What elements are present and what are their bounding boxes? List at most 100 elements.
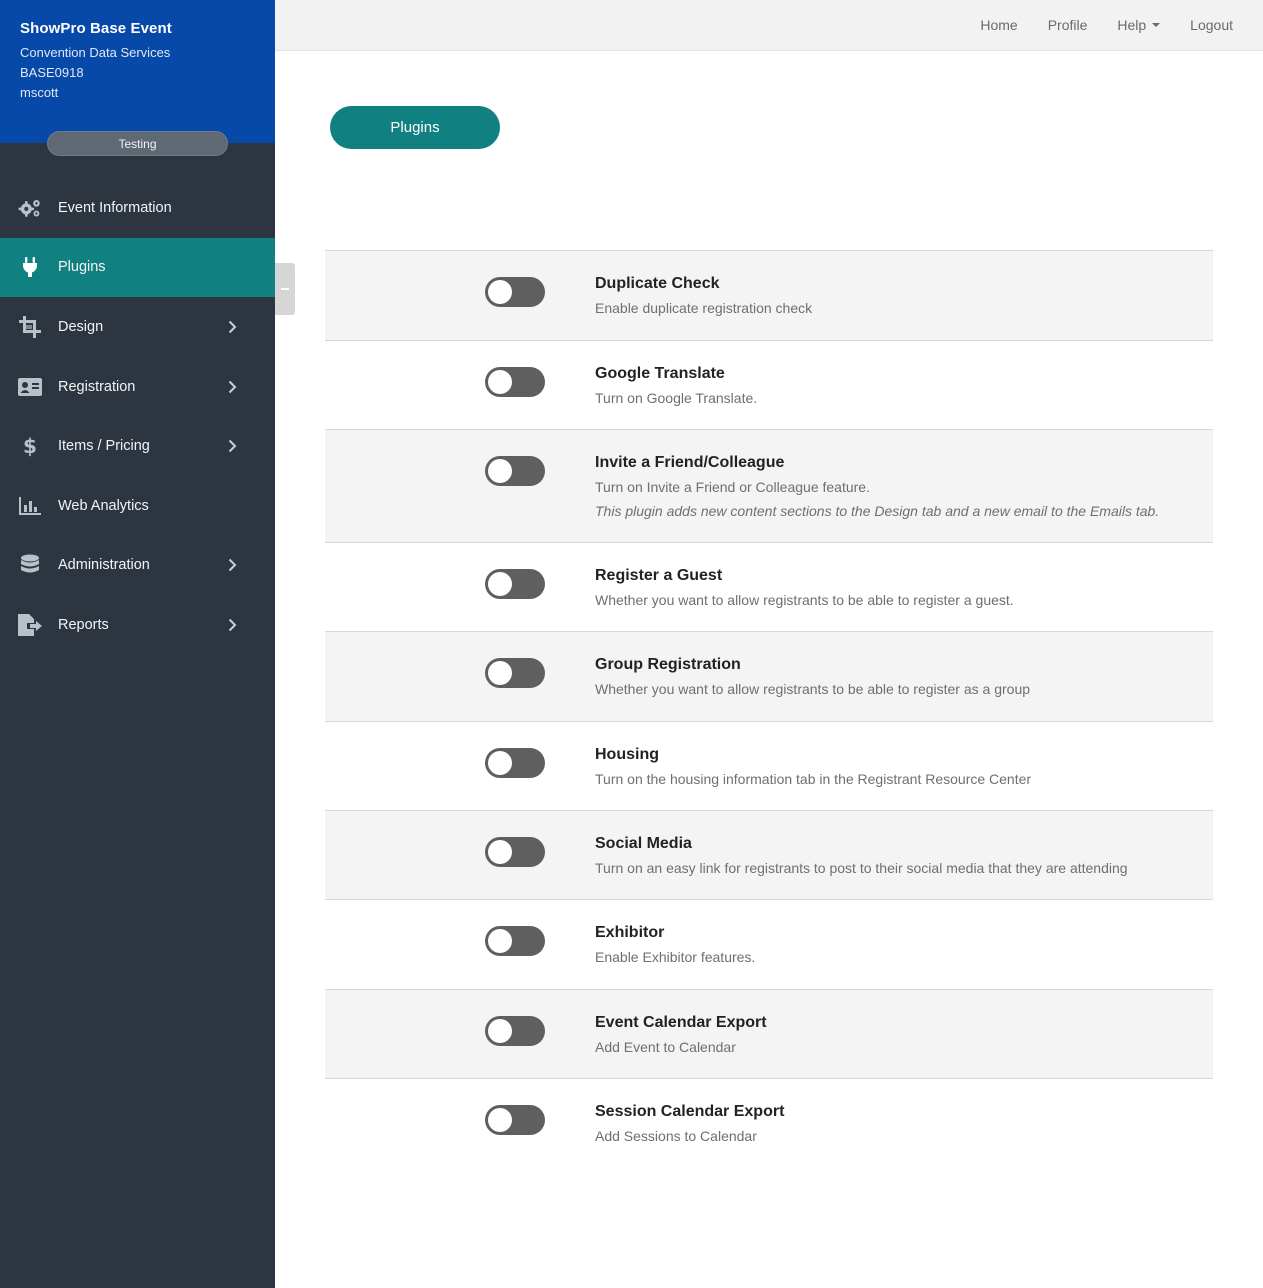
plug-icon [18,256,42,278]
username: mscott [20,85,59,100]
plugin-title: Invite a Friend/Colleague [595,454,785,471]
sidebar-item-label: Event Information [58,199,172,216]
sidebar-item-label: Administration [58,557,150,574]
plugin-description: Add Sessions to Calendar [595,1128,757,1144]
toggle-knob [488,929,512,953]
plugin-title: Google Translate [595,365,725,382]
toggle-knob [488,1019,512,1043]
plugins-section-button[interactable]: Plugins [330,106,500,149]
dollar-icon: $ [18,435,42,457]
toggle-knob [488,572,512,596]
event-name: ShowPro Base Event [20,20,172,37]
plugin-toggle[interactable] [485,277,545,307]
sidebar-item-event-information[interactable]: Event Information [0,178,275,238]
sidebar-item-label: Items / Pricing [58,438,150,455]
toggle-knob [488,840,512,864]
sidebar-item-reports[interactable]: Reports [0,595,275,655]
toggle-knob [488,280,512,304]
plugin-title: Group Registration [595,656,741,673]
plugin-description: Turn on Google Translate. [595,390,758,406]
toggle-knob [488,459,512,483]
gears-icon [18,197,42,219]
environment-badge: Testing [47,131,228,156]
plugin-title: Register a Guest [595,567,723,584]
plugin-toggle[interactable] [485,367,545,397]
plugin-title: Session Calendar Export [595,1103,785,1120]
nav-help-dropdown[interactable]: Help [1117,17,1161,33]
sidebar-item-design[interactable]: Design [0,297,275,357]
plugin-row-housing: Housing Turn on the housing information … [325,722,1213,811]
plugin-description: Whether you want to allow registrants to… [595,681,1031,697]
plugin-toggle[interactable] [485,926,545,956]
bar-chart-icon [18,495,42,517]
plugin-toggle[interactable] [485,1016,545,1046]
nav-profile-link[interactable]: Profile [1048,17,1088,33]
top-nav-links: Home Profile Help Logout [950,0,1233,50]
plugin-note: This plugin adds new content sections to… [595,503,1160,519]
plugin-row-register-a-guest: Register a Guest Whether you want to all… [325,543,1213,632]
plugin-description: Enable Exhibitor features. [595,949,756,965]
toggle-knob [488,1108,512,1132]
plugin-description: Turn on Invite a Friend or Colleague fea… [595,479,870,495]
plugin-list: Duplicate Check Enable duplicate registr… [325,250,1213,1168]
chevron-right-icon [228,439,237,453]
plugin-toggle[interactable] [485,748,545,778]
sidebar-item-plugins[interactable]: Plugins [0,237,275,298]
sidebar-item-label: Reports [58,616,109,633]
chevron-right-icon [228,320,237,334]
plugin-row-social-media: Social Media Turn on an easy link for re… [325,811,1213,900]
plugin-row-session-calendar-export: Session Calendar Export Add Sessions to … [325,1079,1213,1168]
plugin-toggle[interactable] [485,456,545,486]
sidebar-item-label: Plugins [58,259,106,276]
plugin-toggle[interactable] [485,658,545,688]
caret-down-icon [1152,23,1161,27]
nav-home-link[interactable]: Home [980,17,1017,33]
plugin-description: Add Event to Calendar [595,1039,736,1055]
export-file-icon [18,613,42,636]
sidebar-item-registration[interactable]: Registration [0,357,275,417]
plugin-title: Duplicate Check [595,275,720,292]
plugin-row-invite-a-friend: Invite a Friend/Colleague Turn on Invite… [325,430,1213,543]
plugin-toggle[interactable] [485,569,545,599]
plugin-row-exhibitor: Exhibitor Enable Exhibitor features. [325,900,1213,990]
chevron-right-icon [228,380,237,393]
company-name: Convention Data Services [20,45,171,60]
chevron-right-icon [228,559,237,572]
plugin-title: Social Media [595,835,692,852]
minus-icon [281,288,289,290]
top-navbar: Home Profile Help Logout [275,0,1263,51]
sidebar-item-items-pricing[interactable]: $ Items / Pricing [0,416,275,476]
sidebar-header: ShowPro Base Event Convention Data Servi… [0,0,275,143]
plugin-row-duplicate-check: Duplicate Check Enable duplicate registr… [325,251,1213,341]
plugin-description: Turn on the housing information tab in t… [595,771,1032,787]
plugin-toggle[interactable] [485,837,545,867]
sidebar-item-label: Registration [58,378,136,395]
toggle-knob [488,661,512,685]
toggle-knob [488,751,512,775]
event-code: BASE0918 [20,65,84,80]
crop-icon [18,315,42,338]
sidebar-item-administration[interactable]: Administration [0,536,275,596]
svg-text:$: $ [23,435,37,457]
sidebar-item-label: Web Analytics [58,497,149,514]
sidebar-nav: Event Information Plugins Design Registr… [0,178,275,655]
help-label: Help [1117,17,1147,33]
plugin-row-google-translate: Google Translate Turn on Google Translat… [325,341,1213,430]
sidebar: ShowPro Base Event Convention Data Servi… [0,0,275,1288]
chevron-right-icon [228,618,237,632]
plugin-description: Turn on an easy link for registrants to … [595,860,1128,876]
plugin-row-group-registration: Group Registration Whether you want to a… [325,632,1213,722]
database-icon [18,554,42,576]
plugin-title: Event Calendar Export [595,1014,767,1031]
nav-logout-link[interactable]: Logout [1190,17,1233,33]
id-card-icon [18,376,42,398]
plugin-toggle[interactable] [485,1105,545,1135]
plugin-title: Exhibitor [595,924,665,941]
plugin-row-event-calendar-export: Event Calendar Export Add Event to Calen… [325,990,1213,1079]
sidebar-item-label: Design [58,318,104,335]
sidebar-item-web-analytics[interactable]: Web Analytics [0,476,275,536]
plugin-description: Enable duplicate registration check [595,300,813,316]
plugin-description: Whether you want to allow registrants to… [595,592,1014,608]
sidebar-collapse-toggle[interactable] [275,263,295,315]
plugin-title: Housing [595,746,659,763]
